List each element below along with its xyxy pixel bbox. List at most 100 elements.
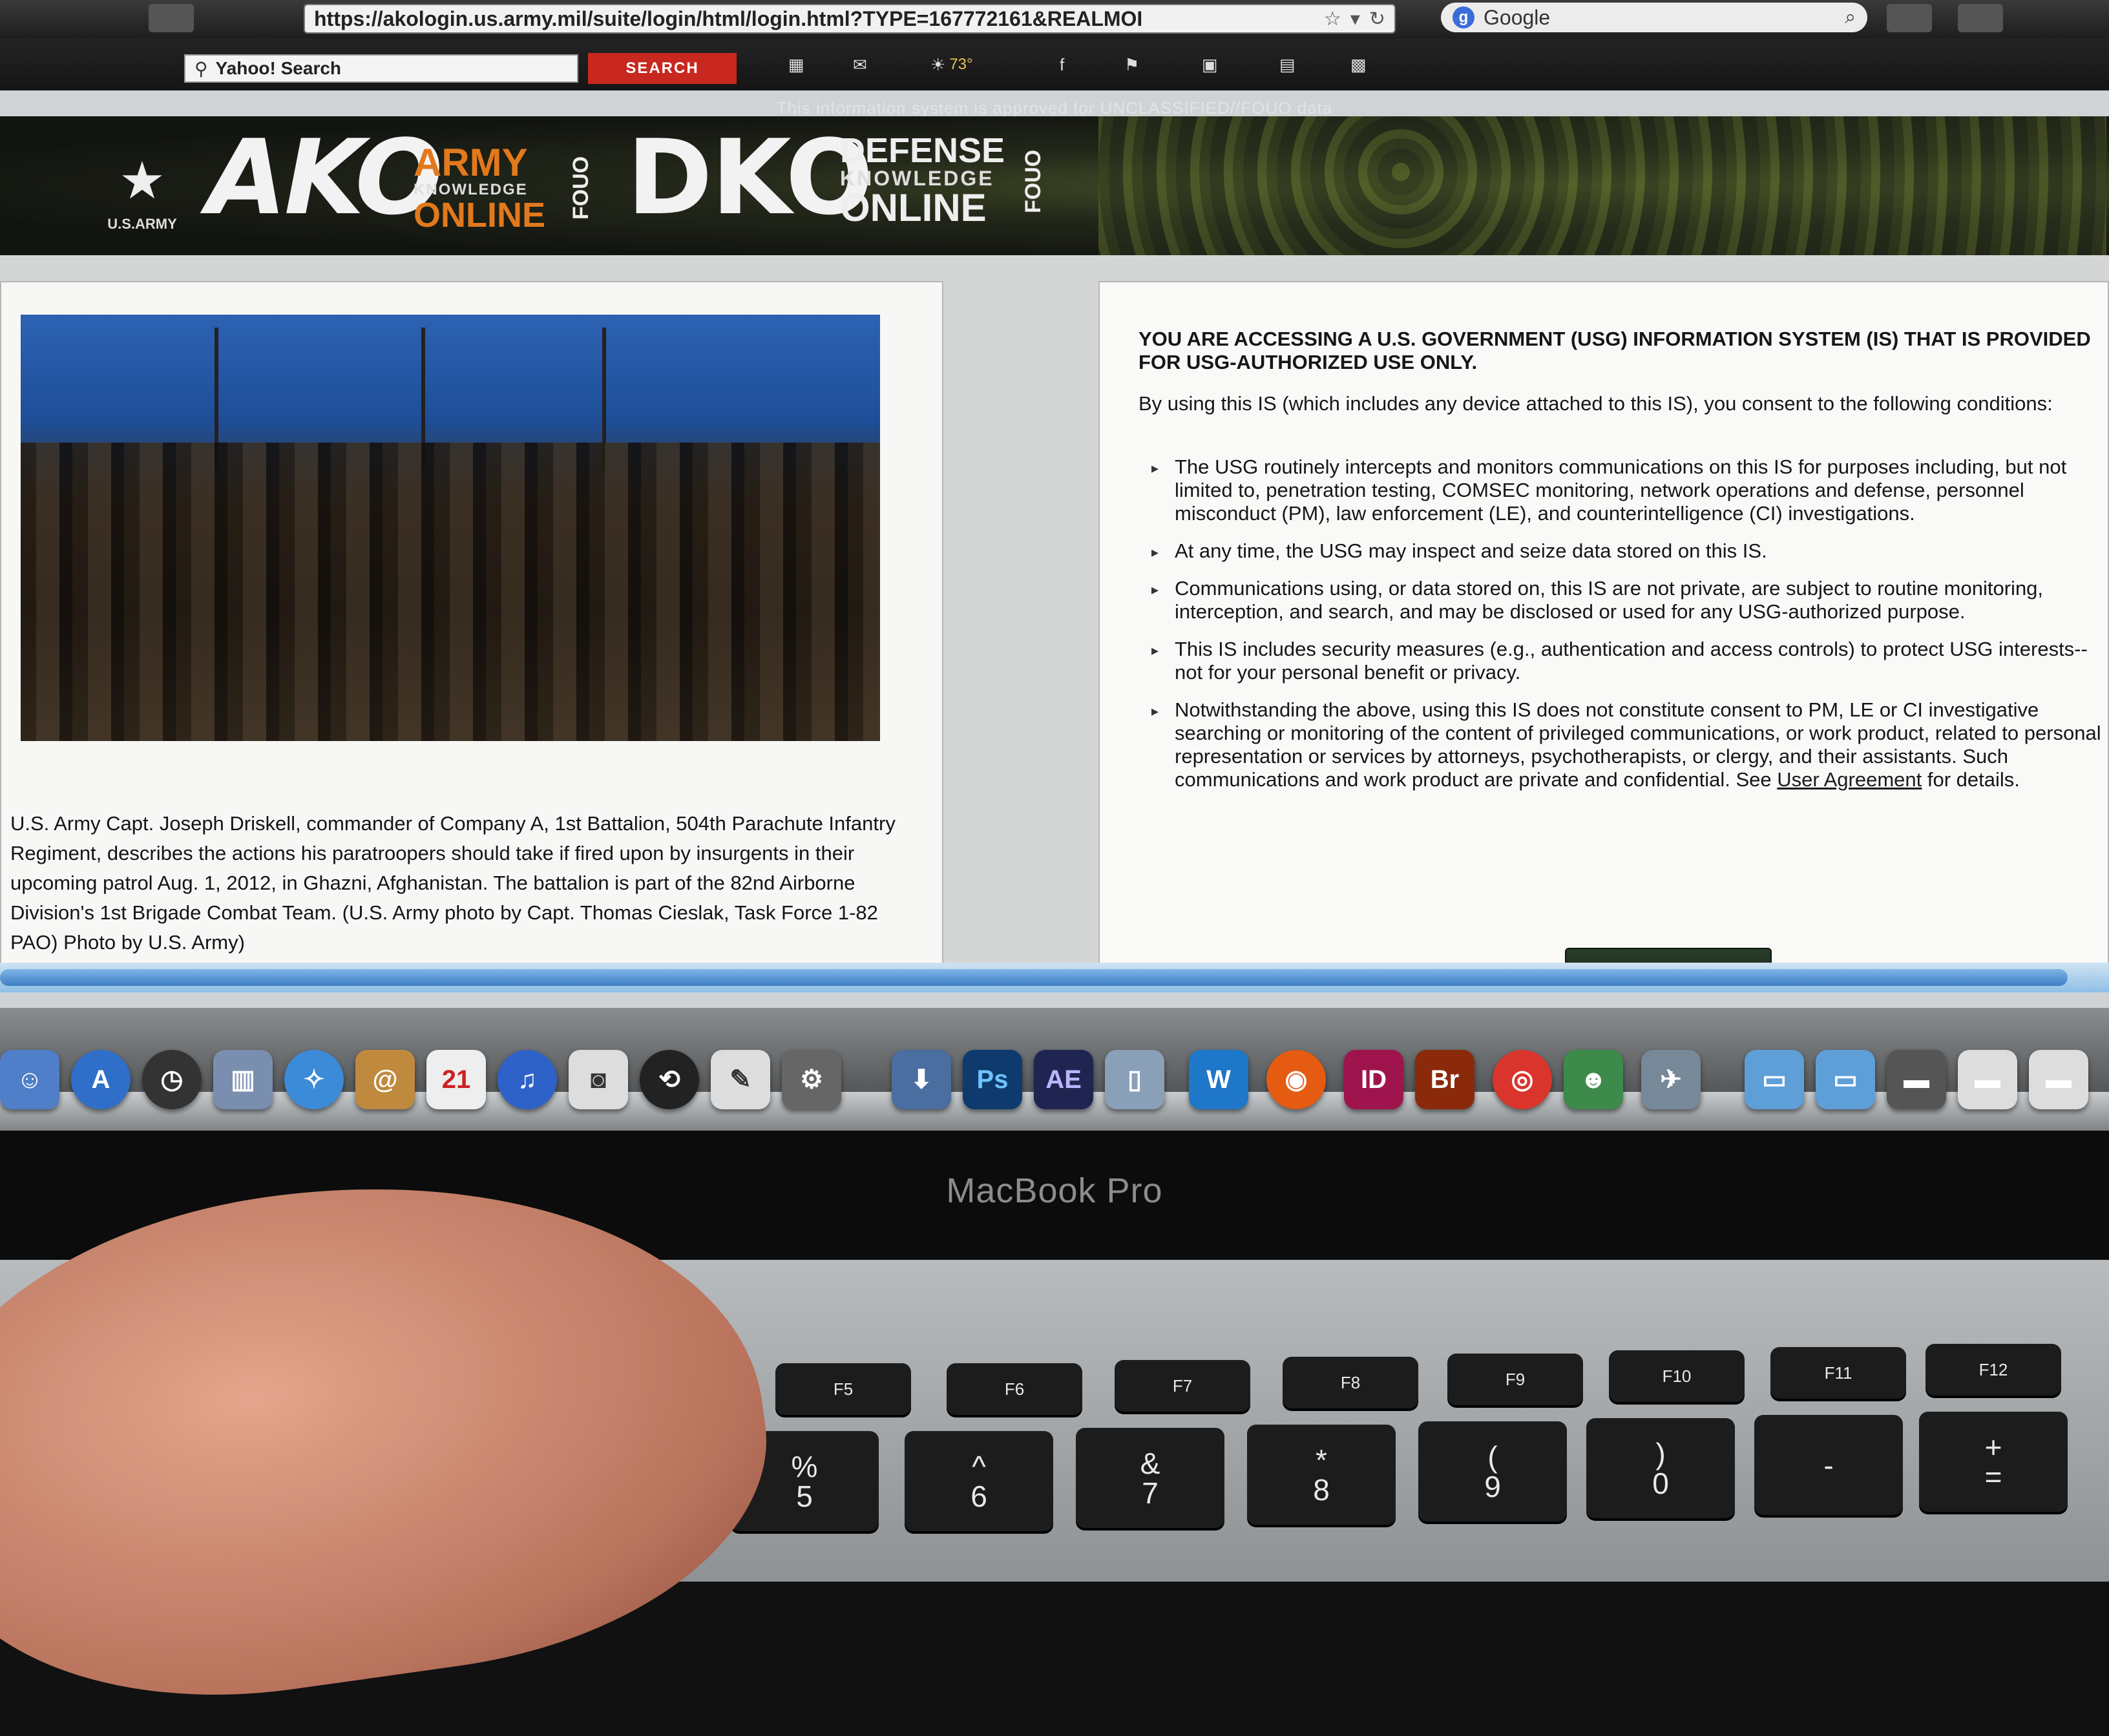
mission-control-icon[interactable]: ▥ bbox=[213, 1050, 273, 1109]
key-shift-label: + bbox=[1984, 1430, 2002, 1464]
bridge-icon[interactable]: Br bbox=[1415, 1050, 1474, 1109]
star-icon: ★ bbox=[119, 152, 165, 209]
minimized-window-icon[interactable]: ▬ bbox=[1887, 1050, 1946, 1109]
key-label: 8 bbox=[1313, 1472, 1330, 1507]
tab-favicon[interactable] bbox=[149, 4, 194, 32]
address-book-icon[interactable]: @ bbox=[355, 1050, 415, 1109]
login-content: U.S. Army Capt. Joseph Driskell, command… bbox=[0, 255, 2109, 987]
key-label: = bbox=[1984, 1459, 2002, 1494]
key-9[interactable]: (9 bbox=[1418, 1421, 1567, 1522]
yahoo-search-button[interactable]: SEARCH bbox=[588, 53, 737, 84]
horizontal-scrollbar[interactable] bbox=[0, 963, 2109, 992]
firefox-icon[interactable]: ◉ bbox=[1266, 1050, 1326, 1109]
key-minus[interactable]: - bbox=[1754, 1415, 1903, 1515]
condition-text: At any time, the USG may inspect and sei… bbox=[1175, 539, 1767, 562]
url-text: https://akologin.us.army.mil/suite/login… bbox=[314, 6, 1143, 30]
utility-icon[interactable]: ▯ bbox=[1105, 1050, 1164, 1109]
condition-text: Communications using, or data stored on,… bbox=[1175, 577, 2044, 623]
calendar-icon[interactable]: 21 bbox=[426, 1050, 486, 1109]
key-shift-label: ^ bbox=[972, 1449, 986, 1483]
bookmark-star-icon[interactable]: ☆ bbox=[1324, 8, 1341, 30]
photoshop-icon[interactable]: Ps bbox=[963, 1050, 1022, 1109]
notice-intro: By using this IS (which includes any dev… bbox=[1138, 392, 2053, 415]
key-f5[interactable]: F5 bbox=[775, 1363, 911, 1415]
satellite-icon[interactable]: ✈ bbox=[1641, 1050, 1701, 1109]
photo-caption: U.S. Army Capt. Joseph Driskell, command… bbox=[10, 812, 896, 954]
documents-folder-icon[interactable]: ▭ bbox=[1816, 1050, 1875, 1109]
dko-tagline-online: ONLINE bbox=[840, 186, 987, 229]
url-field[interactable]: https://akologin.us.army.mil/suite/login… bbox=[304, 4, 1396, 34]
flag-icon[interactable]: ⚑ bbox=[1124, 53, 1139, 76]
dko-tagline-defense: DEFENSE bbox=[840, 131, 1005, 170]
bullet-arrow-icon: ▸ bbox=[1151, 460, 1159, 476]
key-equals[interactable]: + = bbox=[1919, 1412, 2068, 1512]
user-agreement-link[interactable]: User Agreement bbox=[1777, 768, 1922, 791]
bullet-arrow-icon: ▸ bbox=[1151, 642, 1159, 658]
minimized-window-icon[interactable]: ▬ bbox=[2029, 1050, 2088, 1109]
applications-folder-icon[interactable]: ▭ bbox=[1745, 1050, 1804, 1109]
key-f9[interactable]: F9 bbox=[1447, 1354, 1583, 1405]
system-preferences-icon[interactable]: ⚙ bbox=[782, 1050, 841, 1109]
news-icon[interactable]: ▦ bbox=[788, 53, 804, 76]
scrollbar-thumb[interactable] bbox=[0, 969, 2068, 986]
yahoo-search-input[interactable]: ⚲ Yahoo! Search bbox=[184, 54, 578, 83]
after-effects-icon[interactable]: AE bbox=[1034, 1050, 1093, 1109]
chrome-icon[interactable]: ◎ bbox=[1493, 1050, 1552, 1109]
app-store-icon[interactable]: A bbox=[71, 1050, 131, 1109]
minimized-window-icon[interactable]: ▬ bbox=[1958, 1050, 2017, 1109]
yahoo-toolbar: ⚲ Yahoo! Search SEARCH ▦ ✉ ☀ 73° f ⚑ ▣ ▤ … bbox=[0, 39, 2109, 118]
condition-item: ▸ Notwithstanding the above, using this I… bbox=[1151, 698, 2101, 791]
key-0[interactable]: ) 0 bbox=[1586, 1418, 1735, 1518]
app-icon[interactable]: ☻ bbox=[1564, 1050, 1623, 1109]
key-f6[interactable]: F6 bbox=[947, 1363, 1082, 1415]
key-label: 0 bbox=[1652, 1466, 1669, 1500]
preview-icon[interactable]: ◙ bbox=[569, 1050, 628, 1109]
facebook-icon[interactable]: f bbox=[1060, 53, 1064, 76]
army-logo: ★ U.S.ARMY bbox=[90, 155, 194, 246]
key-f11[interactable]: F11 bbox=[1770, 1347, 1906, 1399]
tv-icon[interactable]: ▣ bbox=[1202, 53, 1218, 76]
weather-icon[interactable]: ☀ 73° bbox=[930, 53, 973, 76]
condition-text: The USG routinely intercepts and monitor… bbox=[1175, 455, 2067, 525]
google-logo-icon: g bbox=[1453, 6, 1474, 28]
search-icon: ⚲ bbox=[194, 58, 208, 79]
key-label: 9 bbox=[1484, 1469, 1501, 1503]
key-shift-label: % bbox=[791, 1449, 818, 1483]
condition-item: ▸ The USG routinely intercepts and monito… bbox=[1151, 455, 2101, 525]
news-photo bbox=[21, 315, 880, 741]
textedit-icon[interactable]: ✎ bbox=[711, 1050, 770, 1109]
key-8[interactable]: * 8 bbox=[1247, 1425, 1396, 1525]
key-f7[interactable]: F7 bbox=[1115, 1360, 1250, 1412]
itunes-icon[interactable]: ♫ bbox=[498, 1050, 557, 1109]
history-dropdown-icon[interactable]: ▾ bbox=[1350, 8, 1360, 30]
search-icon[interactable]: ⌕ bbox=[1845, 6, 1856, 28]
toolbar-menu-button[interactable] bbox=[1958, 4, 2003, 32]
key-6[interactable]: ^ 6 bbox=[905, 1431, 1053, 1531]
time-machine-icon[interactable]: ⟲ bbox=[640, 1050, 699, 1109]
key-shift-label: ( bbox=[1487, 1439, 1498, 1474]
key-f10[interactable]: F10 bbox=[1609, 1350, 1745, 1402]
download-icon[interactable]: ⬇ bbox=[892, 1050, 951, 1109]
reload-icon[interactable]: ↻ bbox=[1369, 8, 1385, 30]
key-label: - bbox=[1823, 1448, 1834, 1482]
key-f12[interactable]: F12 bbox=[1925, 1344, 2061, 1396]
safari-icon[interactable]: ✧ bbox=[284, 1050, 344, 1109]
indesign-icon[interactable]: ID bbox=[1344, 1050, 1403, 1109]
mail-icon[interactable]: ✉ bbox=[853, 53, 867, 76]
notice-title: YOU ARE ACCESSING A U.S. GOVERNMENT (USG… bbox=[1138, 328, 2091, 373]
dashboard-icon[interactable]: ◷ bbox=[142, 1050, 202, 1109]
key-shift-label: * bbox=[1316, 1443, 1327, 1477]
ako-logo: AKO bbox=[207, 117, 443, 238]
key-7[interactable]: & 7 bbox=[1076, 1428, 1224, 1528]
army-label: U.S.ARMY bbox=[107, 216, 177, 232]
news-panel: U.S. Army Capt. Joseph Driskell, command… bbox=[0, 281, 943, 966]
finder-icon[interactable]: ☺ bbox=[0, 1050, 59, 1109]
web-search-field[interactable]: g Google ⌕ bbox=[1441, 3, 1867, 32]
word-icon[interactable]: W bbox=[1189, 1050, 1248, 1109]
home-button[interactable] bbox=[1887, 4, 1932, 32]
ako-tagline-online: ONLINE bbox=[414, 196, 546, 235]
key-f8[interactable]: F8 bbox=[1283, 1357, 1418, 1408]
key-shift-label: ) bbox=[1655, 1436, 1666, 1470]
shopping-icon[interactable]: ▤ bbox=[1279, 53, 1296, 76]
games-icon[interactable]: ▩ bbox=[1350, 53, 1367, 76]
